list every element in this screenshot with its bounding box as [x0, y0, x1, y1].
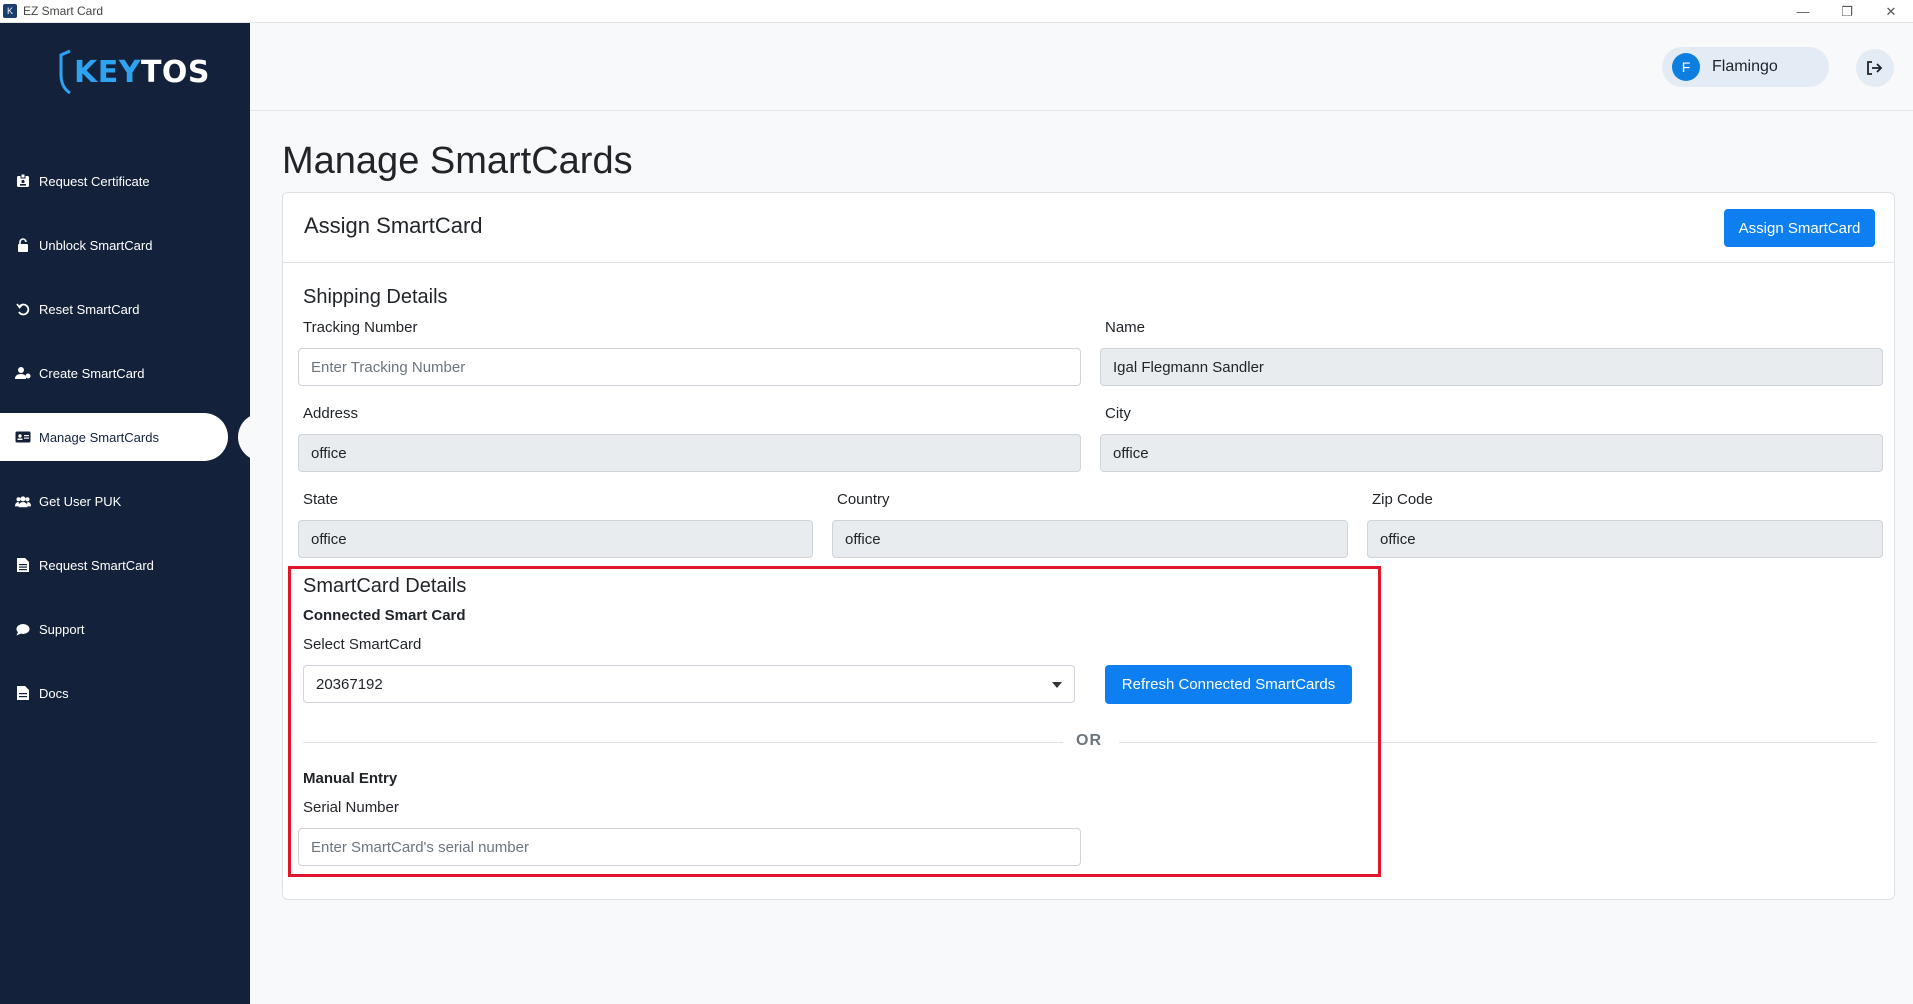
top-header: F Flamingo: [250, 23, 1913, 111]
keytos-logo: KEYTOS: [58, 47, 210, 97]
maximize-button[interactable]: ❐: [1825, 0, 1869, 23]
zip-code-label: Zip Code: [1372, 491, 1433, 508]
user-gear-icon: [15, 365, 31, 381]
address-label: Address: [303, 405, 359, 422]
page-title: Manage SmartCards: [282, 140, 633, 182]
sidebar-item-get-user-puk[interactable]: Get User PUK: [0, 477, 228, 525]
tracking-number-label: Tracking Number: [303, 319, 418, 336]
card-title: Assign SmartCard: [304, 213, 483, 238]
id-card-icon: [15, 429, 31, 445]
state-field: office: [298, 520, 813, 558]
file-icon: [15, 685, 31, 701]
sidebar-item-request-certificate[interactable]: Request Certificate: [0, 157, 228, 205]
sidebar-item-docs[interactable]: Docs: [0, 669, 228, 717]
sidebar-item-reset-smartcard[interactable]: Reset SmartCard: [0, 285, 228, 333]
city-field: office: [1100, 434, 1883, 472]
sidebar: KEYTOS Request Certificate Unblock Smart…: [0, 23, 250, 1004]
avatar: F: [1672, 53, 1700, 81]
logo-key-text: KEY: [74, 54, 141, 90]
logout-icon: [1867, 61, 1883, 75]
window-title: EZ Smart Card: [23, 4, 104, 18]
assign-smartcard-button[interactable]: Assign SmartCard: [1724, 209, 1875, 247]
city-label: City: [1105, 405, 1131, 422]
card-header: Assign SmartCard Assign SmartCard: [283, 193, 1894, 263]
unlock-icon: [15, 237, 31, 253]
shield-logo-icon: [59, 49, 71, 95]
address-field: office: [298, 434, 1081, 472]
sidebar-item-label: Unblock SmartCard: [39, 237, 153, 253]
minimize-button[interactable]: —: [1781, 0, 1825, 23]
tracking-number-input[interactable]: Enter Tracking Number: [298, 348, 1081, 386]
close-button[interactable]: ✕: [1869, 0, 1913, 23]
user-name: Flamingo: [1712, 58, 1778, 75]
tracking-number-placeholder: Enter Tracking Number: [311, 358, 466, 376]
name-label: Name: [1105, 319, 1146, 336]
app-icon: K: [3, 4, 17, 18]
sidebar-item-label: Manage SmartCards: [39, 429, 159, 445]
sidebar-item-label: Create SmartCard: [39, 365, 145, 381]
sidebar-item-label: Get User PUK: [39, 493, 122, 509]
country-field: office: [832, 520, 1348, 558]
country-label: Country: [837, 491, 890, 508]
sidebar-item-label: Reset SmartCard: [39, 301, 140, 317]
shipping-details-title: Shipping Details: [303, 286, 448, 308]
user-menu[interactable]: F Flamingo: [1662, 47, 1829, 87]
sidebar-item-manage-smartcards[interactable]: Manage SmartCards: [0, 413, 228, 461]
highlight-annotation: [288, 566, 1381, 877]
logo-tos-text: TOS: [140, 54, 211, 90]
name-field: Igal Flegmann Sandler: [1100, 348, 1883, 386]
document-icon: [15, 557, 31, 573]
sidebar-item-label: Docs: [39, 685, 69, 701]
badge-icon: [15, 173, 31, 189]
sidebar-item-support[interactable]: Support: [0, 605, 228, 653]
sidebar-item-label: Request SmartCard: [39, 557, 154, 573]
zip-code-field: office: [1367, 520, 1883, 558]
sidebar-item-label: Request Certificate: [39, 173, 150, 189]
sidebar-item-create-smartcard[interactable]: Create SmartCard: [0, 349, 228, 397]
window-titlebar: K EZ Smart Card — ❐ ✕: [0, 0, 1913, 23]
sidebar-item-label: Support: [39, 621, 85, 637]
reset-icon: [15, 301, 31, 317]
logout-button[interactable]: [1856, 49, 1894, 87]
users-icon: [15, 493, 31, 509]
state-label: State: [303, 491, 339, 508]
chat-icon: [15, 621, 31, 637]
sidebar-item-unblock-smartcard[interactable]: Unblock SmartCard: [0, 221, 228, 269]
sidebar-item-request-smartcard[interactable]: Request SmartCard: [0, 541, 228, 589]
